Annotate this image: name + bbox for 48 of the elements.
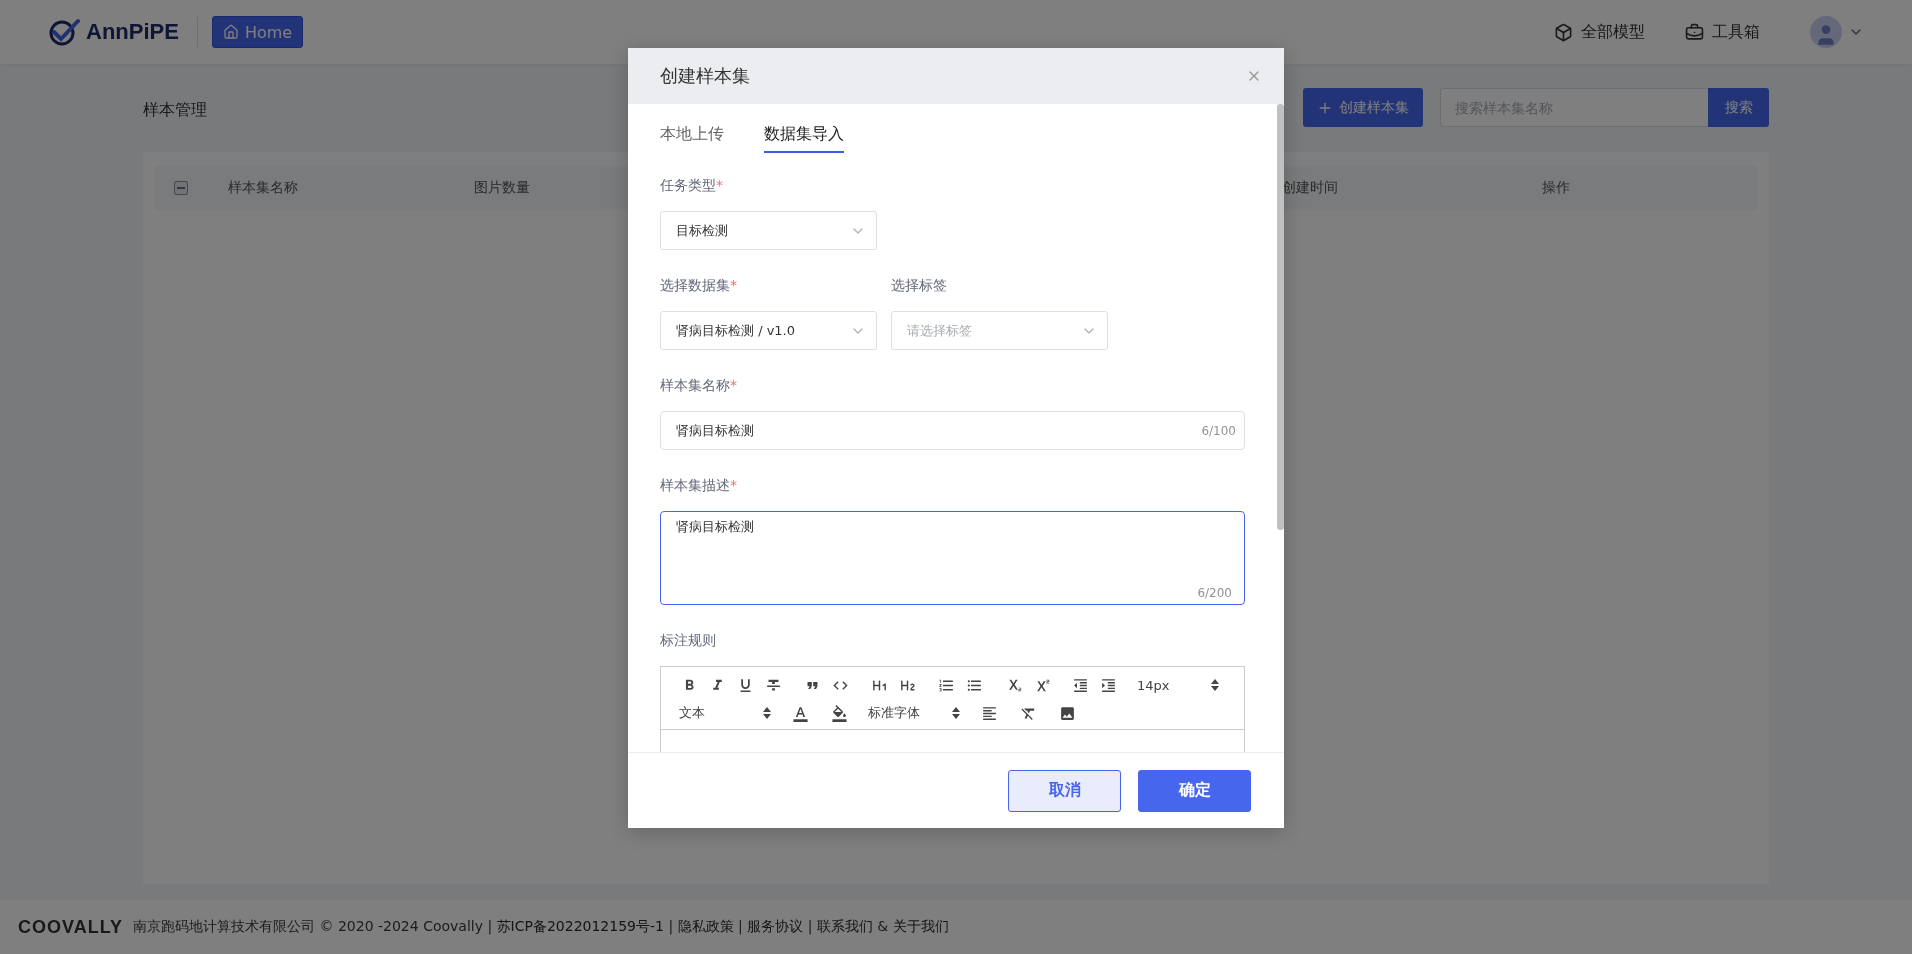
- field-label: 样本集名称*: [660, 376, 738, 395]
- select-all-checkbox[interactable]: [174, 181, 188, 195]
- sort-arrows-icon: [763, 707, 771, 719]
- field-label: 选择数据集*: [660, 276, 738, 295]
- font-family-select[interactable]: 标准字体: [864, 703, 964, 723]
- logo-icon: [48, 18, 80, 46]
- nav-link[interactable]: 全部模型: [1554, 21, 1645, 43]
- sort-arrows-icon: [1211, 679, 1219, 691]
- avatar[interactable]: [1810, 16, 1842, 48]
- nav-link[interactable]: 工具箱: [1685, 21, 1760, 43]
- scrollbar-thumb[interactable]: [1277, 104, 1284, 530]
- text-style-select[interactable]: 文本: [675, 703, 775, 723]
- page-title: 样本管理: [143, 100, 207, 121]
- footer-link[interactable]: 隐私政策: [677, 918, 734, 934]
- dialog-title: 创建样本集: [660, 64, 750, 88]
- footer-logo: COOVALLY: [18, 916, 123, 938]
- footer-link[interactable]: 服务协议: [747, 918, 804, 934]
- select-field[interactable]: 请选择标签: [891, 311, 1108, 350]
- tab[interactable]: 数据集导入: [764, 124, 844, 153]
- toolbox-icon: [1685, 22, 1704, 42]
- cancel-button[interactable]: 取消: [1008, 769, 1121, 812]
- character-counter: 6/200: [1197, 586, 1232, 600]
- footer-link[interactable]: 联系我们: [816, 918, 873, 934]
- select-field[interactable]: 肾病目标检测 / v1.0: [660, 311, 877, 350]
- tab[interactable]: 本地上传: [660, 124, 724, 153]
- copyright-text: 南京跑码地计算技术有限公司 © 2020 -2024 Coovally | 苏ICP备2022012159号-1 | 隐私政策 | 服务协议 | 联系我们 & 关于我们: [133, 918, 949, 936]
- search-button[interactable]: 搜索: [1708, 88, 1769, 127]
- select-field[interactable]: 目标检测: [660, 211, 877, 250]
- cube-icon: [1554, 22, 1573, 42]
- font-size-select[interactable]: 14px: [1133, 675, 1223, 695]
- logo-text: AnnPiPE: [86, 19, 179, 45]
- confirm-button[interactable]: 确定: [1138, 769, 1251, 812]
- field-label: 选择标签: [891, 276, 948, 295]
- sort-arrows-icon: [952, 707, 960, 719]
- home-button[interactable]: Home: [211, 16, 304, 48]
- field-label: 样本集描述*: [660, 476, 738, 495]
- field-label: 任务类型*: [660, 176, 724, 195]
- create-button[interactable]: 创建样本集: [1303, 88, 1423, 127]
- column-header: 样本集名称: [228, 179, 298, 197]
- footer-link[interactable]: 苏ICP备2022012159号-1: [496, 918, 664, 934]
- character-counter: 6/100: [1201, 423, 1236, 438]
- footer-link[interactable]: 关于我们: [892, 918, 949, 934]
- column-header: 图片数量: [474, 179, 530, 197]
- field-label: 标注规则: [660, 631, 717, 650]
- column-header: 操作: [1542, 179, 1570, 197]
- home-icon: [222, 24, 239, 40]
- input-field[interactable]: 肾病目标检测 6/100: [660, 411, 1245, 450]
- textarea-field[interactable]: 肾病目标检测 6/200: [660, 511, 1245, 605]
